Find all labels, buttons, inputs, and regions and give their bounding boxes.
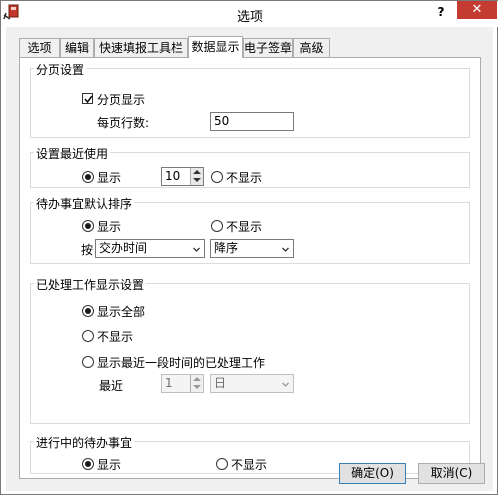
- data-display-panel: 分页设置 分页显示 每页行数: 50 设置最近使用 显示 10 不显示 待办事宜…: [19, 57, 481, 479]
- processed-recent-radio[interactable]: [82, 356, 94, 368]
- processed-all-radio[interactable]: [82, 305, 94, 317]
- in-progress-show-radio[interactable]: [82, 458, 94, 470]
- recent-show-label: 显示: [97, 171, 122, 185]
- processed-unit-select[interactable]: 日: [210, 374, 294, 393]
- sort-field-select[interactable]: 交办时间: [95, 239, 205, 258]
- todo-show-label: 显示: [97, 220, 122, 234]
- ok-button[interactable]: 确定(O): [339, 463, 406, 484]
- processed-recent-period-label: 最近: [99, 379, 124, 393]
- paging-group-title: 分页设置: [34, 61, 87, 78]
- in-progress-hide-label: 不显示: [231, 458, 268, 472]
- recent-count-input[interactable]: 10: [161, 167, 204, 186]
- processed-all-label: 显示全部: [97, 305, 146, 319]
- processed-none-radio[interactable]: [82, 330, 94, 342]
- processed-recent-count-input[interactable]: 1: [161, 374, 204, 393]
- sort-order-value: 降序: [214, 241, 239, 255]
- recent-hide-radio[interactable]: [211, 171, 223, 183]
- todo-show-radio[interactable]: [82, 220, 94, 232]
- window-title: 选项: [236, 10, 263, 25]
- tab-e-signature[interactable]: 电子签章: [243, 38, 293, 57]
- chevron-down-icon: [282, 382, 289, 387]
- rows-per-page-input[interactable]: 50: [210, 112, 294, 131]
- tab-advanced[interactable]: 高级: [293, 38, 330, 57]
- tab-edit[interactable]: 编辑: [60, 38, 94, 57]
- close-button[interactable]: ✕: [457, 1, 497, 19]
- options-dialog: 选项 ? ✕ 选项 编辑 快速填报工具栏 数据显示 电子签章 高级 分页设置 分…: [0, 0, 499, 495]
- todo-hide-label: 不显示: [226, 220, 263, 234]
- tab-options[interactable]: 选项: [19, 38, 60, 57]
- in-progress-hide-radio[interactable]: [216, 458, 228, 470]
- sort-order-select[interactable]: 降序: [210, 239, 294, 258]
- recent-count-value: 10: [165, 169, 181, 183]
- rows-per-page-label: 每页行数:: [97, 116, 150, 130]
- chevron-down-icon: [193, 247, 200, 252]
- title-bar[interactable]: 选项 ? ✕: [1, 1, 499, 27]
- todo-sort-group-title: 待办事宜默认排序: [34, 195, 135, 212]
- dialog-body: 选项 编辑 快速填报工具栏 数据显示 电子签章 高级 分页设置 分页显示 每页行…: [6, 27, 493, 491]
- sort-field-value: 交办时间: [99, 241, 148, 255]
- processed-unit-value: 日: [214, 376, 227, 390]
- in-progress-show-label: 显示: [97, 458, 122, 472]
- paging-checkbox[interactable]: [82, 93, 93, 104]
- chevron-down-icon: [282, 247, 289, 252]
- recent-show-radio[interactable]: [82, 171, 94, 183]
- todo-hide-radio[interactable]: [211, 220, 223, 232]
- tab-quick-fill-toolbar[interactable]: 快速填报工具栏: [94, 38, 188, 57]
- in-progress-group-title: 进行中的待办事宜: [34, 434, 135, 451]
- recent-hide-label: 不显示: [226, 171, 263, 185]
- help-button[interactable]: ?: [435, 3, 447, 21]
- recent-count-spinner[interactable]: [190, 168, 203, 185]
- sort-by-label: 按: [81, 243, 94, 257]
- recent-group-title: 设置最近使用: [34, 145, 111, 162]
- processed-recent-label: 显示最近一段时间的已处理工作: [97, 356, 266, 370]
- paging-checkbox-label: 分页显示: [97, 93, 146, 107]
- processed-none-label: 不显示: [97, 330, 134, 344]
- processed-recent-count-value: 1: [165, 376, 173, 390]
- processed-recent-spinner[interactable]: [190, 375, 203, 392]
- cancel-button[interactable]: 取消(C): [418, 463, 485, 484]
- tab-data-display[interactable]: 数据显示: [188, 36, 243, 58]
- processed-group-title: 已处理工作显示设置: [34, 276, 147, 293]
- check-icon: [84, 95, 93, 104]
